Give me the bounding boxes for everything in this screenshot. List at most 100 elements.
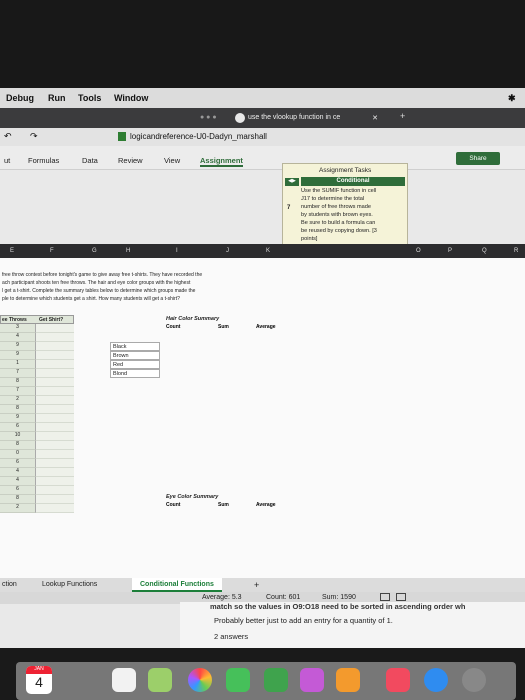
maps-app-icon[interactable] <box>148 668 172 692</box>
col-k[interactable]: K <box>266 248 270 254</box>
get-shirt-cell[interactable] <box>36 351 74 360</box>
close-tab-icon[interactable]: ✕ <box>372 114 378 122</box>
tab-review[interactable]: Review <box>118 156 143 165</box>
get-shirt-cell[interactable] <box>36 432 74 441</box>
col-i[interactable]: I <box>176 248 178 254</box>
task-line-4: by students with brown eyes. <box>301 212 373 218</box>
col-q[interactable]: Q <box>482 248 487 254</box>
throws-cell[interactable]: 9 <box>0 414 36 423</box>
get-shirt-cell[interactable] <box>36 477 74 486</box>
bluetooth-icon[interactable]: ✱ <box>508 93 516 104</box>
throws-cell[interactable]: 9 <box>0 351 36 360</box>
throws-cell[interactable]: 4 <box>0 333 36 342</box>
col-f[interactable]: F <box>50 248 54 254</box>
settings-icon[interactable] <box>462 668 486 692</box>
throws-cell[interactable]: 6 <box>0 486 36 495</box>
hair-row-black[interactable]: Black <box>110 342 160 351</box>
throws-cell[interactable]: 9 <box>0 342 36 351</box>
col-e[interactable]: E <box>10 248 14 254</box>
throws-cell[interactable]: 3 <box>0 324 36 333</box>
new-tab-button[interactable]: + <box>400 111 405 121</box>
get-shirt-cell[interactable] <box>36 396 74 405</box>
col-p[interactable]: P <box>448 248 452 254</box>
get-shirt-cell[interactable] <box>36 441 74 450</box>
page-layout-icon[interactable] <box>396 593 406 601</box>
calendar-icon[interactable]: JAN 4 <box>26 666 52 694</box>
task-line-2: J17 to determine the total <box>301 196 365 202</box>
throws-cell[interactable]: 4 <box>0 477 36 486</box>
get-shirt-cell[interactable] <box>36 486 74 495</box>
redo-icon[interactable]: ↷ <box>30 131 38 142</box>
facetime-app-icon[interactable] <box>264 668 288 692</box>
throws-cell[interactable]: 8 <box>0 495 36 504</box>
tab-assignment[interactable]: Assignment <box>200 156 243 167</box>
tab-partial[interactable]: ut <box>4 156 10 165</box>
throws-cell[interactable]: 6 <box>0 423 36 432</box>
throws-cell[interactable]: 6 <box>0 459 36 468</box>
throws-cell[interactable]: 8 <box>0 405 36 414</box>
menu-debug[interactable]: Debug <box>6 93 34 103</box>
menu-run[interactable]: Run <box>48 93 66 103</box>
sheet-tabs: ction Lookup Functions Conditional Funct… <box>0 578 525 592</box>
hair-row-brown[interactable]: Brown <box>110 351 160 360</box>
throws-cell[interactable]: 10 <box>0 432 36 441</box>
sheet-tab-conditional[interactable]: Conditional Functions <box>132 578 222 592</box>
col-g[interactable]: G <box>92 248 97 254</box>
sheet-tab-lookup[interactable]: Lookup Functions <box>42 581 97 588</box>
get-shirt-cell[interactable] <box>36 405 74 414</box>
get-shirt-cell[interactable] <box>36 369 74 378</box>
menu-window[interactable]: Window <box>114 93 148 103</box>
tab-formulas[interactable]: Formulas <box>28 156 59 165</box>
messages-app-icon[interactable] <box>226 668 250 692</box>
col-h[interactable]: H <box>126 248 130 254</box>
get-shirt-cell[interactable] <box>36 468 74 477</box>
photos-app-icon[interactable] <box>188 668 212 692</box>
hair-row-blond[interactable]: Blond <box>110 369 160 378</box>
task-conditional[interactable]: Conditional <box>301 177 405 186</box>
col-o[interactable]: O <box>416 248 421 254</box>
col-r[interactable]: R <box>514 248 518 254</box>
get-shirt-cell[interactable] <box>36 423 74 432</box>
get-shirt-cell[interactable] <box>36 378 74 387</box>
get-shirt-cell[interactable] <box>36 459 74 468</box>
tab-data[interactable]: Data <box>82 156 98 165</box>
tab-view[interactable]: View <box>164 156 180 165</box>
throws-cell[interactable]: 4 <box>0 468 36 477</box>
get-shirt-cell[interactable] <box>36 324 74 333</box>
throws-cell[interactable]: 7 <box>0 387 36 396</box>
throws-cell[interactable]: 2 <box>0 396 36 405</box>
answer-count[interactable]: 2 answers <box>214 632 248 641</box>
get-shirt-cell[interactable] <box>36 360 74 369</box>
throws-cell[interactable]: 1 <box>0 360 36 369</box>
throws-cell[interactable]: 8 <box>0 378 36 387</box>
col-j[interactable]: J <box>226 248 229 254</box>
throws-cell[interactable]: 7 <box>0 369 36 378</box>
throws-cell[interactable]: 2 <box>0 504 36 513</box>
get-shirt-cell[interactable] <box>36 504 74 513</box>
add-sheet-button[interactable]: + <box>254 580 259 590</box>
get-shirt-cell[interactable] <box>36 333 74 342</box>
worksheet[interactable]: free throw contest before tonight's game… <box>0 258 525 578</box>
app-store-icon[interactable] <box>424 668 448 692</box>
normal-view-icon[interactable] <box>380 593 390 601</box>
music-app-icon[interactable] <box>386 668 410 692</box>
sheet-tab-section[interactable]: ction <box>2 581 17 588</box>
get-shirt-cell[interactable] <box>36 450 74 459</box>
throws-cell[interactable]: 0 <box>0 450 36 459</box>
share-button[interactable]: Share <box>456 152 500 165</box>
throws-cell[interactable]: 8 <box>0 441 36 450</box>
task-line-1: Use the SUMIF function in cell <box>301 188 377 194</box>
get-shirt-cell[interactable] <box>36 495 74 504</box>
undo-icon[interactable]: ↶ <box>4 131 12 142</box>
get-shirt-cell[interactable] <box>36 387 74 396</box>
browser-tab[interactable]: use the vlookup function in ce ✕ <box>232 111 382 126</box>
podcasts-app-icon[interactable] <box>300 668 324 692</box>
calendar-month: JAN <box>26 666 52 674</box>
prev-task-button[interactable]: ◀▶ <box>285 178 299 186</box>
books-app-icon[interactable] <box>336 668 360 692</box>
notes-app-icon[interactable] <box>112 668 136 692</box>
get-shirt-cell[interactable] <box>36 342 74 351</box>
menu-tools[interactable]: Tools <box>78 93 101 103</box>
get-shirt-cell[interactable] <box>36 414 74 423</box>
hair-row-red[interactable]: Red <box>110 360 160 369</box>
